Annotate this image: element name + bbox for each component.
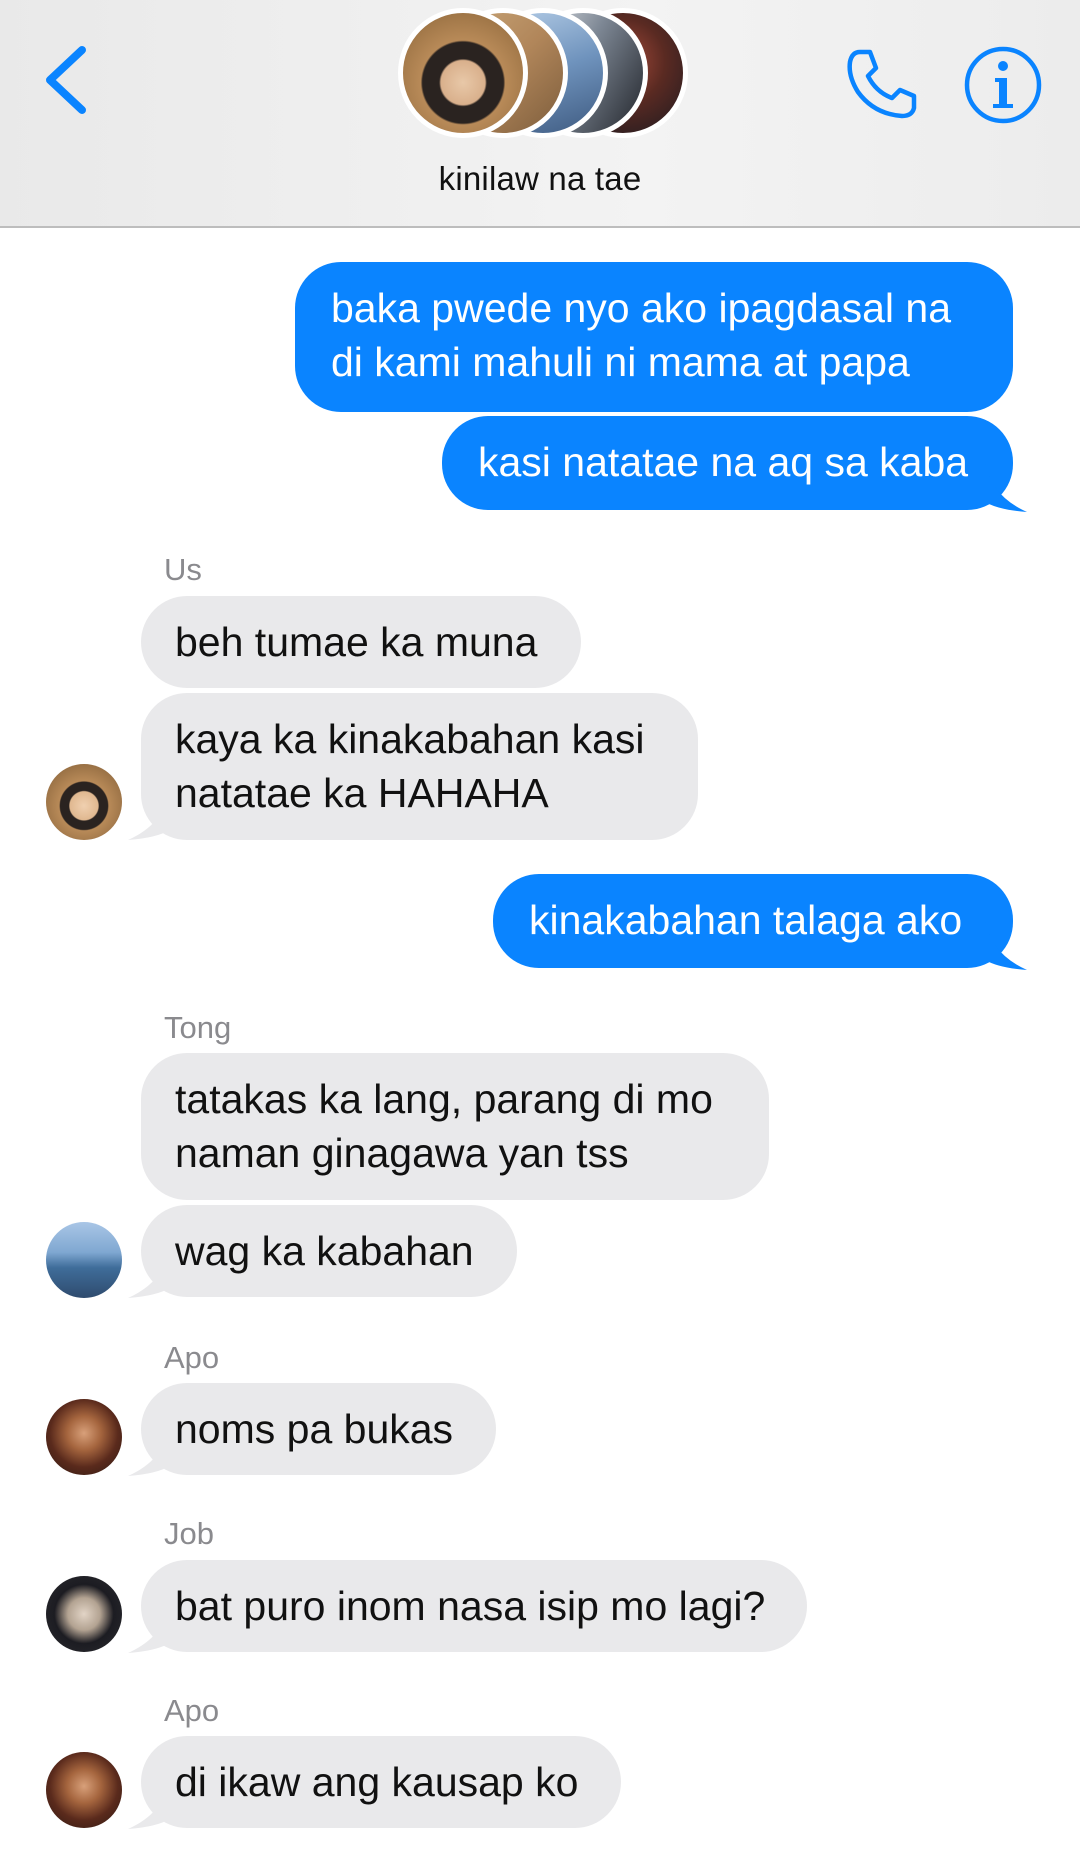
outgoing-message[interactable]: baka pwede nyo ako ipagdasal na di kami …: [295, 262, 1013, 412]
avatar[interactable]: [46, 1752, 122, 1828]
message-line: kasi natatae na aq sa kaba: [478, 439, 969, 485]
outgoing-message[interactable]: kinakabahan talaga ako: [493, 874, 1013, 968]
avatar[interactable]: [46, 1222, 122, 1298]
avatar[interactable]: [46, 1576, 122, 1652]
message-line: noms pa bukas: [175, 1406, 454, 1452]
message-line: di kami mahuli ni mama at papa: [331, 339, 910, 385]
incoming-message[interactable]: tatakas ka lang, parang di mo naman gina…: [141, 1053, 769, 1200]
bubble-tail: [128, 1779, 170, 1829]
info-button[interactable]: [962, 44, 1044, 126]
bubble-tail: [128, 790, 170, 840]
message-line: kaya ka kinakabahan kasi: [175, 716, 645, 762]
incoming-message[interactable]: beh tumae ka muna: [141, 596, 581, 688]
chat-header: kinilaw na tae: [0, 0, 1080, 228]
bubble-tail: [128, 1426, 170, 1476]
bubble-tail: [128, 1603, 170, 1653]
message-line: wag ka kabahan: [175, 1228, 474, 1274]
avatar[interactable]: [46, 1399, 122, 1475]
message-line: beh tumae ka muna: [175, 619, 538, 665]
incoming-message[interactable]: noms pa bukas: [141, 1383, 496, 1475]
call-button[interactable]: [840, 44, 920, 124]
sender-name: Tong: [164, 1010, 232, 1045]
sender-name: Apo: [164, 1340, 220, 1375]
message-line: di ikaw ang kausap ko: [175, 1759, 579, 1805]
phone-icon: [847, 49, 917, 119]
sender-name: Apo: [164, 1693, 220, 1728]
sender-name: Us: [164, 552, 202, 587]
message-line: natatae ka HAHAHA: [175, 770, 549, 816]
avatar[interactable]: [46, 764, 122, 840]
bubble-tail: [985, 920, 1027, 970]
back-button[interactable]: [38, 40, 98, 120]
incoming-message[interactable]: wag ka kabahan: [141, 1205, 517, 1297]
bubble-tail: [128, 1248, 170, 1298]
message-line: tatakas ka lang, parang di mo: [175, 1076, 713, 1122]
incoming-message[interactable]: kaya ka kinakabahan kasi natatae ka HAHA…: [141, 693, 698, 840]
incoming-message[interactable]: di ikaw ang kausap ko: [141, 1736, 621, 1828]
outgoing-message[interactable]: kasi natatae na aq sa kaba: [442, 416, 1013, 510]
info-icon: [964, 46, 1042, 124]
message-line: kinakabahan talaga ako: [529, 897, 963, 943]
member-avatar: [398, 8, 528, 138]
sender-name: Job: [164, 1516, 214, 1551]
message-line: baka pwede nyo ako ipagdasal na: [331, 285, 952, 331]
message-line: bat puro inom nasa isip mo lagi?: [175, 1583, 766, 1629]
bubble-tail: [985, 462, 1027, 512]
chevron-left-icon: [46, 46, 86, 114]
message-line: naman ginagawa yan tss: [175, 1130, 629, 1176]
group-avatar-stack[interactable]: [398, 8, 688, 144]
group-name[interactable]: kinilaw na tae: [0, 160, 1080, 198]
incoming-message[interactable]: bat puro inom nasa isip mo lagi?: [141, 1560, 807, 1652]
